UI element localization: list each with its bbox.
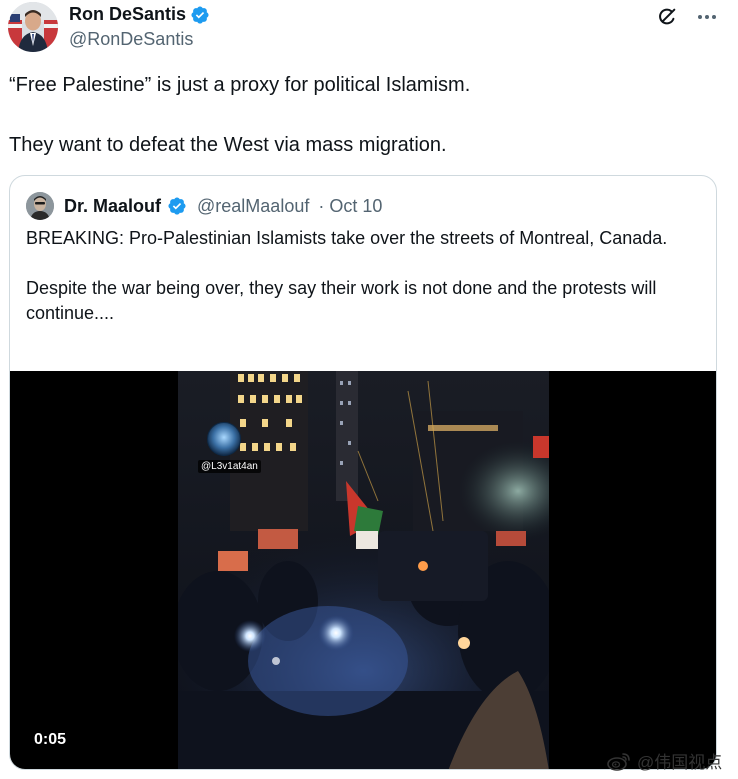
verified-badge-icon [167,196,187,216]
more-options-icon[interactable] [696,6,718,28]
quoted-tweet[interactable]: Dr. Maalouf @realMaalouf · Oct 10 BREAKI… [9,175,717,770]
weibo-watermark: @伟国视点 [606,748,722,773]
quoted-author-avatar[interactable] [26,192,54,220]
video-duration: 0:05 [34,731,67,748]
author-block: Ron DeSantis @RonDeSantis [69,4,210,50]
weibo-watermark-text: @伟国视点 [637,753,723,772]
grok-icon[interactable] [656,6,678,28]
quoted-tweet-body: BREAKING: Pro-Palestinian Islamists take… [26,226,696,326]
quoted-text-1: BREAKING: Pro-Palestinian Islamists take… [26,228,668,248]
watermark-logo-icon [207,422,241,456]
tweet-body: “Free Palestine” is just a proxy for pol… [9,70,709,160]
author-handle[interactable]: @RonDeSantis [69,29,210,50]
author-avatar[interactable] [8,2,58,52]
video-player[interactable]: @L3v1at4an 0:05 [10,371,716,769]
quoted-author-name[interactable]: Dr. Maalouf [64,196,161,217]
tweet-line-1: “Free Palestine” is just a proxy for pol… [9,74,471,96]
quoted-text-2: Despite the war being over, they say the… [26,278,657,323]
weibo-icon [606,751,632,771]
quoted-tweet-date[interactable]: · Oct 10 [318,196,382,217]
author-name[interactable]: Ron DeSantis [69,4,186,25]
video-frame[interactable]: @L3v1at4an [178,371,549,769]
quoted-author-handle[interactable]: @realMaalouf [197,196,309,217]
quoted-tweet-header: Dr. Maalouf @realMaalouf · Oct 10 [26,192,382,220]
verified-badge-icon [190,5,210,25]
tweet-actions [656,6,718,28]
tweet-line-2: They want to defeat the West via mass mi… [9,134,447,156]
video-watermark: @L3v1at4an [198,460,261,473]
